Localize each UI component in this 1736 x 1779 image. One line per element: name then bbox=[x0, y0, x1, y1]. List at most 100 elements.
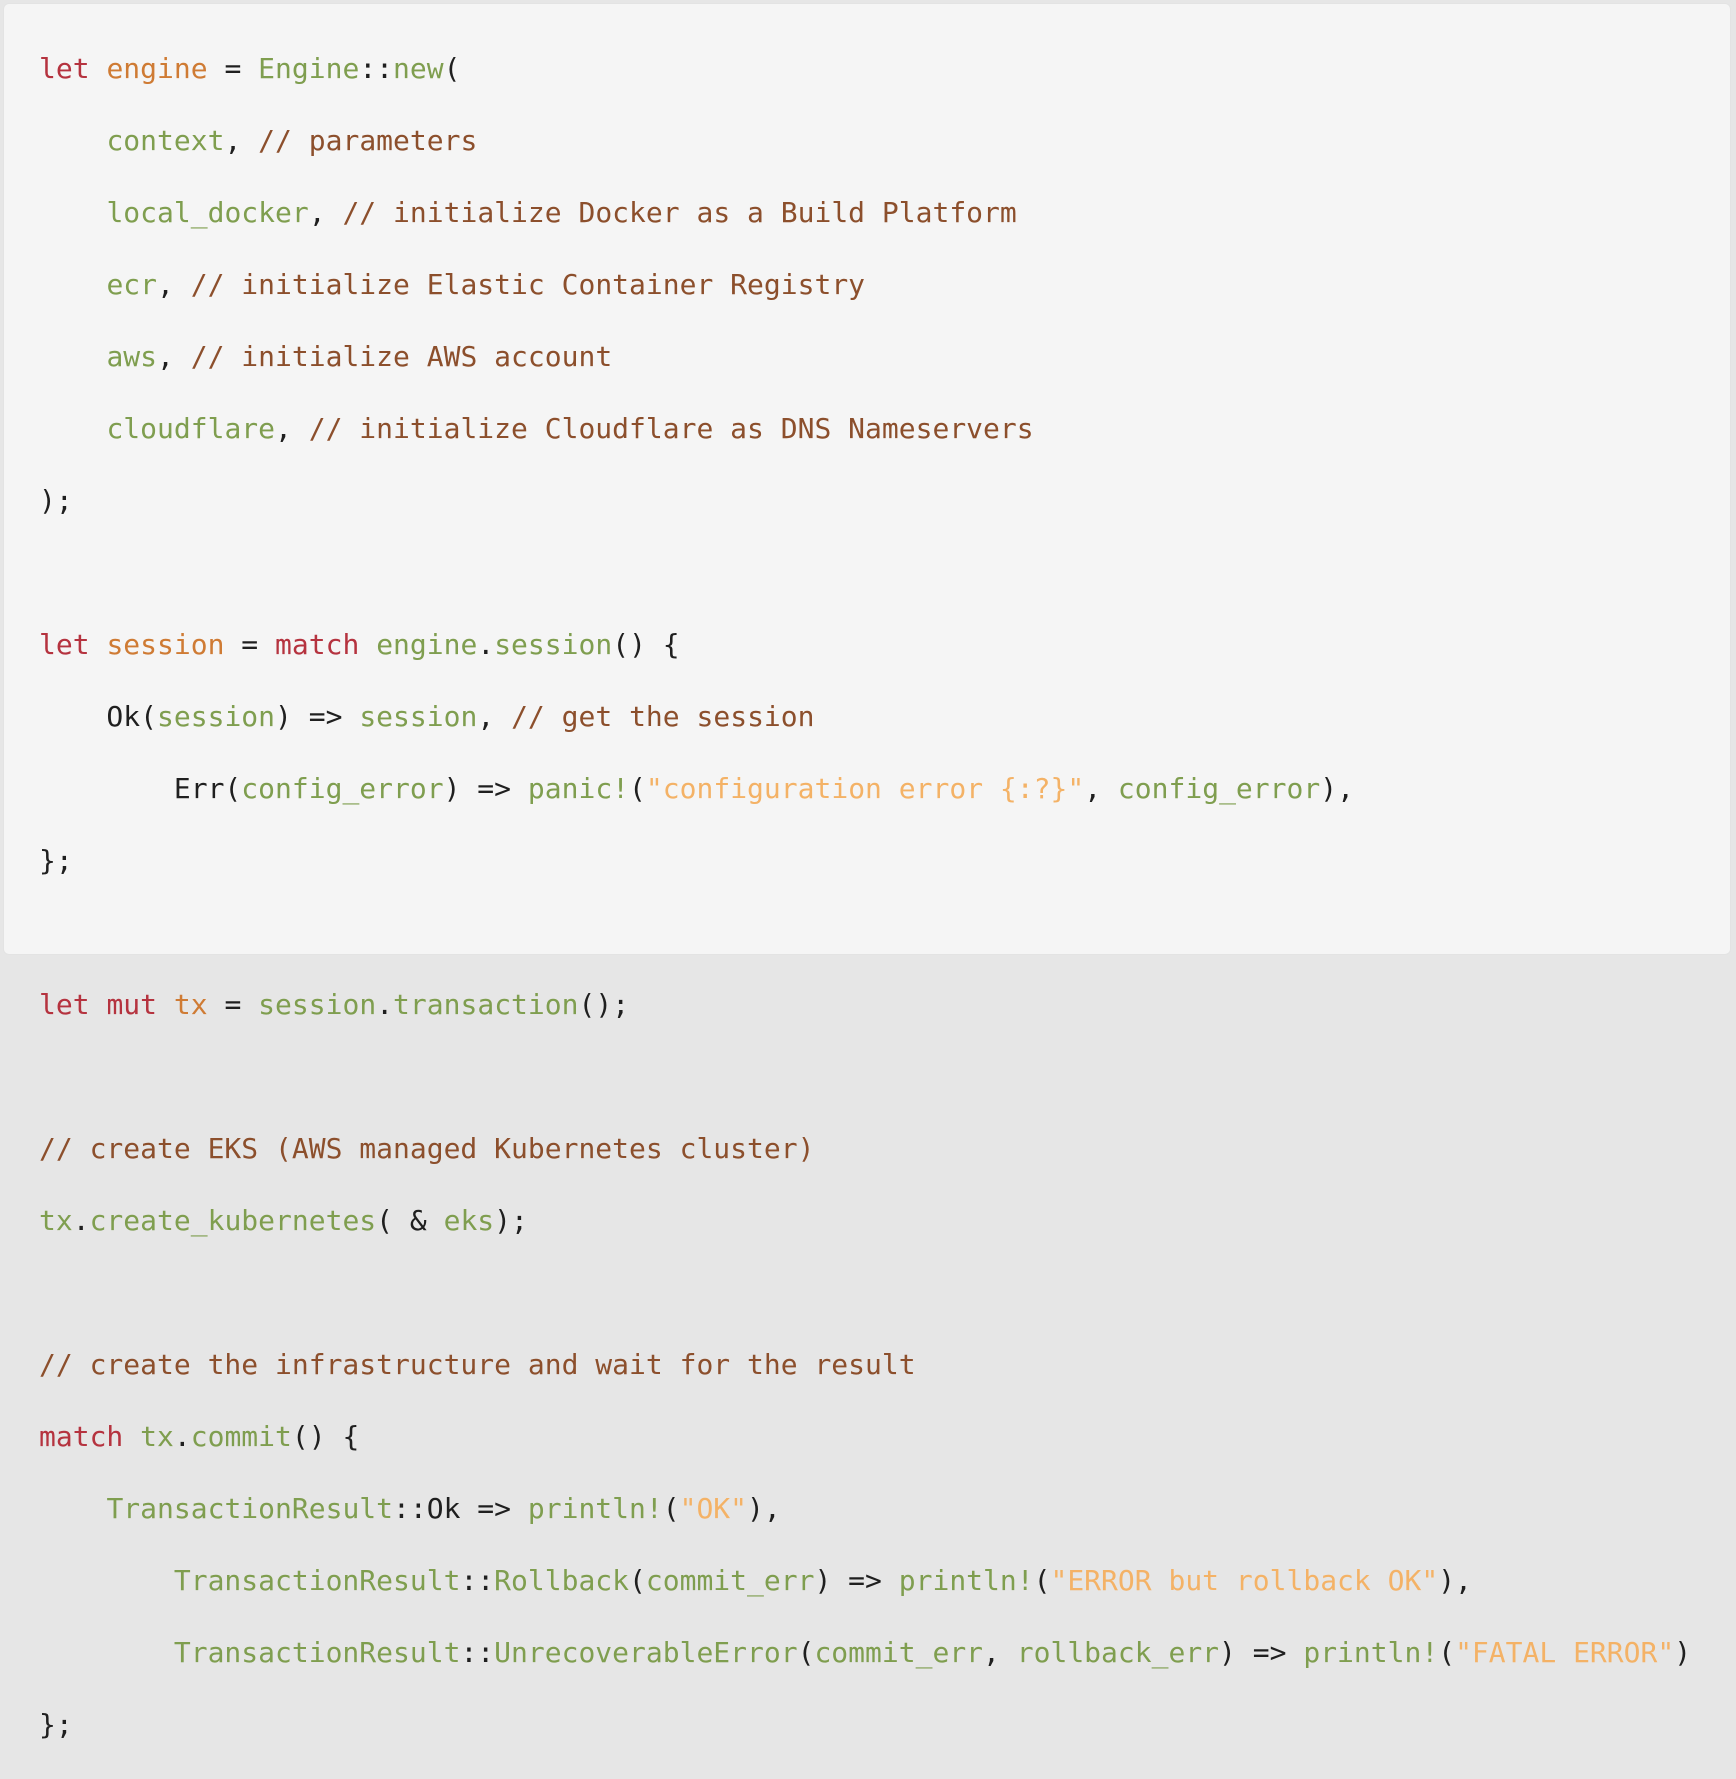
code-token: }; bbox=[39, 1708, 73, 1741]
code-token: // get the session bbox=[511, 700, 815, 733]
code-token: , bbox=[224, 124, 259, 157]
code-line: ecr, // initialize Elastic Container Reg… bbox=[39, 267, 1691, 303]
code-token: UnrecoverableError bbox=[494, 1636, 798, 1669]
code-token: mut bbox=[106, 988, 158, 1021]
code-token: new bbox=[393, 52, 444, 85]
code-token: config_error bbox=[1117, 772, 1321, 805]
code-line: match tx.commit() { bbox=[39, 1419, 1691, 1455]
code-content: let engine = Engine::new( context, // pa… bbox=[39, 51, 1691, 1779]
code-token: ( bbox=[797, 1636, 815, 1669]
code-token: // create EKS (AWS managed Kubernetes cl… bbox=[39, 1132, 815, 1165]
code-token: Ok( bbox=[39, 700, 158, 733]
code-token: . bbox=[376, 988, 394, 1021]
code-token: session bbox=[258, 988, 377, 1021]
code-token: ) => bbox=[814, 1564, 899, 1597]
code-token: println! bbox=[898, 1564, 1034, 1597]
code-token: , bbox=[983, 1636, 1017, 1669]
code-token: engine bbox=[106, 52, 208, 85]
code-line: TransactionResult::Ok => println!("OK"), bbox=[39, 1491, 1691, 1527]
code-line: let mut tx = session.transaction(); bbox=[39, 987, 1691, 1023]
code-line: TransactionResult::UnrecoverableError(co… bbox=[39, 1635, 1691, 1671]
code-token: Engine bbox=[258, 52, 360, 85]
code-token: tx bbox=[39, 1204, 73, 1237]
code-token: commit bbox=[190, 1420, 292, 1453]
code-line: let engine = Engine::new( bbox=[39, 51, 1691, 87]
code-token: "configuration error {:?}" bbox=[645, 772, 1085, 805]
code-token: println! bbox=[527, 1492, 663, 1525]
code-token: :: bbox=[359, 52, 394, 85]
code-line: context, // parameters bbox=[39, 123, 1691, 159]
code-token: (); bbox=[578, 988, 630, 1021]
code-line: }; bbox=[39, 843, 1691, 879]
code-token: transaction bbox=[393, 988, 579, 1021]
code-token: "FATAL ERROR" bbox=[1455, 1636, 1675, 1669]
code-token: ) => bbox=[443, 772, 528, 805]
code-token: // initialize Elastic Container Registry bbox=[190, 268, 866, 301]
code-token: Err( bbox=[39, 772, 242, 805]
code-token: ( bbox=[662, 1492, 680, 1525]
code-token: ecr bbox=[106, 268, 158, 301]
code-token: , bbox=[1084, 772, 1118, 805]
code-token: tx bbox=[140, 1420, 174, 1453]
code-token: // initialize AWS account bbox=[190, 340, 613, 373]
code-line: ); bbox=[39, 483, 1691, 519]
code-token: }; bbox=[39, 844, 73, 877]
code-token: // parameters bbox=[258, 124, 478, 157]
code-token: ( bbox=[629, 772, 646, 805]
code-line: tx.create_kubernetes( & eks); bbox=[39, 1203, 1691, 1239]
code-line: // create EKS (AWS managed Kubernetes cl… bbox=[39, 1131, 1691, 1167]
code-token: match bbox=[39, 1420, 124, 1453]
code-token: , bbox=[157, 340, 191, 373]
code-token: ) => bbox=[275, 700, 360, 733]
code-token: // initialize Docker as a Build Platform bbox=[342, 196, 1017, 229]
code-token: eks bbox=[443, 1204, 495, 1237]
code-token: , bbox=[477, 700, 512, 733]
code-token: session bbox=[157, 700, 276, 733]
code-token: = bbox=[224, 628, 276, 661]
code-token: aws bbox=[106, 340, 158, 373]
code-token: . bbox=[477, 628, 495, 661]
code-line: }; bbox=[39, 1707, 1691, 1743]
code-token: local_docker bbox=[106, 196, 309, 229]
code-token: rollback_err bbox=[1016, 1636, 1220, 1669]
code-token: // create the infrastructure and wait fo… bbox=[39, 1348, 916, 1381]
code-token: ), bbox=[1438, 1564, 1472, 1597]
code-line: // create the infrastructure and wait fo… bbox=[39, 1347, 1691, 1383]
code-token: // initialize Cloudflare as DNS Nameserv… bbox=[308, 412, 1034, 445]
code-token: cloudflare bbox=[106, 412, 276, 445]
code-token: ( & bbox=[376, 1204, 444, 1237]
code-token: , bbox=[157, 268, 191, 301]
code-token: let bbox=[39, 52, 90, 85]
code-token: = bbox=[207, 988, 259, 1021]
code-token: engine bbox=[376, 628, 478, 661]
code-token: "ERROR but rollback OK" bbox=[1050, 1564, 1439, 1597]
code-token: = bbox=[207, 52, 259, 85]
code-token: ); bbox=[39, 484, 73, 517]
code-block: let engine = Engine::new( context, // pa… bbox=[3, 3, 1731, 1741]
code-line: Ok(session) => session, // get the sessi… bbox=[39, 699, 1691, 735]
code-token: :: bbox=[460, 1564, 495, 1597]
code-token: , bbox=[275, 412, 309, 445]
code-token: Rollback bbox=[494, 1564, 630, 1597]
code-token: ) bbox=[1674, 1636, 1692, 1669]
code-token: () { bbox=[612, 628, 680, 661]
code-token: ), bbox=[1320, 772, 1354, 805]
code-token: ), bbox=[747, 1492, 781, 1525]
code-token: context bbox=[106, 124, 225, 157]
code-token: ( bbox=[629, 1564, 646, 1597]
code-token: () { bbox=[291, 1420, 360, 1453]
code-token: session bbox=[494, 628, 613, 661]
code-token: ( bbox=[443, 52, 461, 85]
code-token: TransactionResult bbox=[173, 1564, 461, 1597]
code-token: println! bbox=[1303, 1636, 1439, 1669]
code-token: ) => bbox=[1219, 1636, 1304, 1669]
